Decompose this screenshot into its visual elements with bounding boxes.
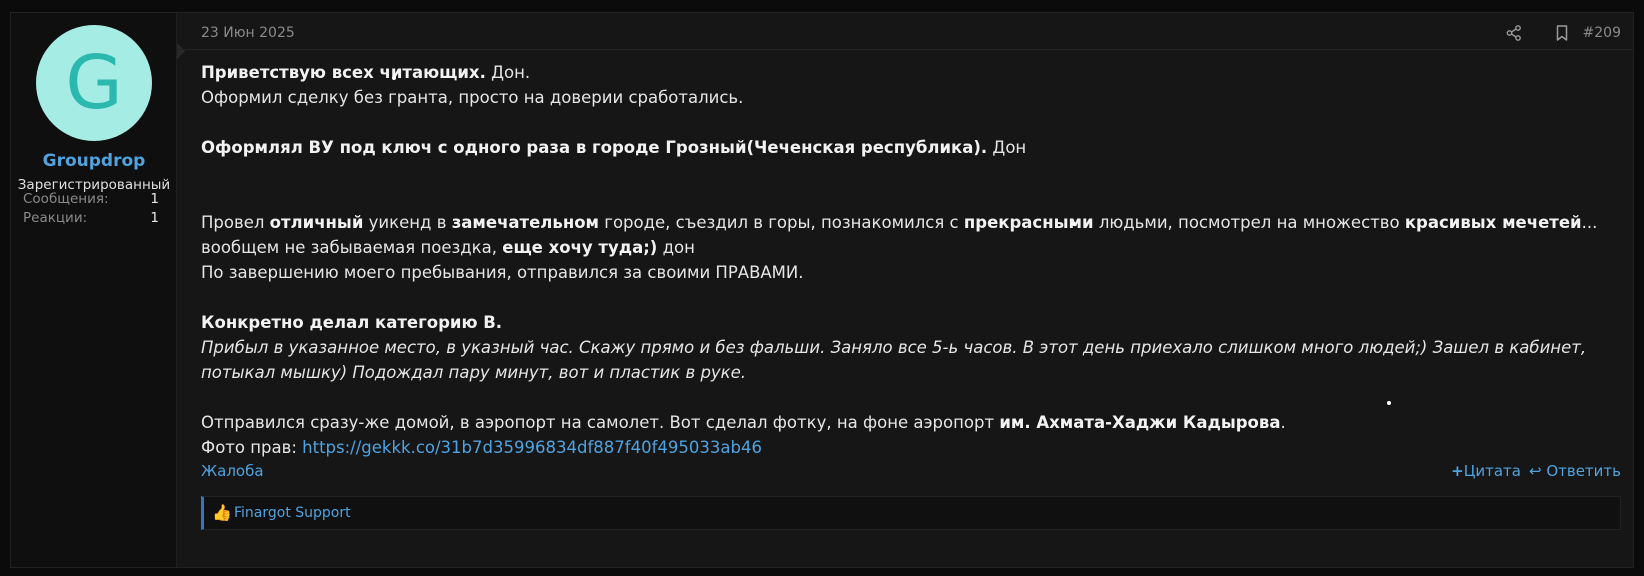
post-line-9: Фото прав: https://gekkk.co/31b7d3599683…	[201, 435, 1615, 460]
post-line-5: По завершению моего пребывания, отправил…	[201, 263, 804, 282]
post-header: 23 Июн 2025 #209	[177, 13, 1633, 50]
reply-arrow-icon: ↩	[1528, 462, 1547, 480]
license-bold: Оформлял ВУ под ключ с одного раза в гор…	[201, 138, 988, 157]
license-rest: Дон	[987, 138, 1027, 157]
stat-messages-label: Сообщения:	[23, 191, 109, 207]
story-italic: Прибыл в указанное место, в указный час.…	[201, 338, 1587, 382]
artifact-dot	[392, 76, 396, 80]
stat-reactions-label: Реакции:	[23, 210, 88, 226]
post-paragraph-trip: Провел отличный уикенд в замечательном г…	[201, 210, 1615, 260]
trip-text-4: людьми, посмотрел на множество	[1093, 213, 1405, 232]
airport-bold: им. Ахмата-Хаджи Кадырова	[999, 413, 1281, 432]
trip-bold-4: красивых мечетей	[1404, 213, 1582, 232]
greeting-bold: Приветствую всех читающих.	[201, 63, 486, 82]
post-line-6: Конкретно делал категорию В.	[201, 310, 1615, 335]
thumbs-up-icon: 👍	[212, 503, 232, 522]
trip-text-3: городе, съездил в горы, познакомился с	[599, 213, 964, 232]
post-card: G Groupdrop Зарегистрированный Сообщения…	[10, 12, 1634, 568]
trip-text-2: уикенд в	[363, 213, 452, 232]
artifact-dot	[1072, 222, 1076, 226]
stat-reactions: Реакции: 1	[23, 210, 159, 226]
post-date[interactable]: 23 Июн 2025	[201, 25, 295, 41]
avatar[interactable]: G	[36, 25, 152, 141]
quote-button[interactable]: +Цитата	[1451, 462, 1521, 480]
trip-text-6: дон	[657, 238, 695, 257]
report-button[interactable]: Жалоба	[201, 462, 264, 480]
plus-icon: +	[1451, 462, 1464, 480]
photo-link[interactable]: https://gekkk.co/31b7d35996834df887f40f4…	[302, 438, 762, 457]
trip-bold-5: еще хочу туда;)	[502, 238, 658, 257]
airport-end: .	[1280, 413, 1286, 432]
post-main: 23 Июн 2025 #209 Приветствую всех читающ…	[177, 13, 1633, 567]
airport-text: Отправился сразу-же домой, в аэропорт на…	[201, 413, 1000, 432]
post-body: Приветствую всех читающих. Дон. Оформил …	[201, 60, 1615, 460]
post-line-8: Отправился сразу-же домой, в аэропорт на…	[201, 410, 1615, 435]
trip-bold-1: отличный	[269, 213, 364, 232]
trip-bold-2: замечательном	[451, 213, 600, 232]
trip-text-1: Провел	[201, 213, 270, 232]
share-icon[interactable]	[1505, 24, 1523, 42]
bookmark-icon[interactable]	[1553, 24, 1571, 42]
post-number-link[interactable]: #209	[1583, 25, 1621, 41]
username-link[interactable]: Groupdrop	[11, 151, 177, 171]
post-line-1: Приветствую всех читающих. Дон.	[201, 60, 1615, 85]
reactions-bar: 👍 Finargot Support	[201, 496, 1621, 530]
avatar-letter: G	[65, 40, 123, 126]
stat-reactions-value: 1	[150, 210, 159, 226]
reply-button[interactable]: ↩ Ответить	[1529, 462, 1621, 480]
reaction-users-link[interactable]: Finargot Support	[234, 505, 351, 521]
stat-messages: Сообщения: 1	[23, 191, 159, 207]
reply-label: Ответить	[1546, 462, 1621, 480]
post-line-7: Прибыл в указанное место, в указный час.…	[201, 335, 1615, 385]
stat-messages-value: 1	[150, 191, 159, 207]
quote-label: Цитата	[1463, 462, 1521, 480]
user-sidebar: G Groupdrop Зарегистрированный Сообщения…	[11, 13, 177, 567]
post-line-2: Оформил сделку без гранта, просто на дов…	[201, 88, 744, 107]
post-line-3: Оформлял ВУ под ключ с одного раза в гор…	[201, 135, 1615, 160]
photo-label: Фото прав:	[201, 438, 303, 457]
greeting-rest: Дон.	[485, 63, 531, 82]
category-bold: Конкретно делал категорию В.	[201, 313, 503, 332]
artifact-dot	[1387, 401, 1391, 405]
post-actions: Жалоба +Цитата ↩ Ответить	[201, 462, 1621, 484]
